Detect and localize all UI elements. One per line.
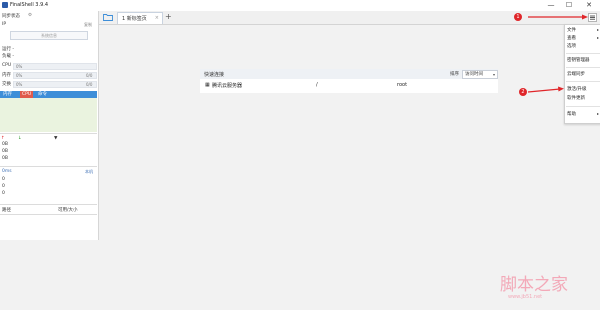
session-tab-label: 1 新标签页	[122, 16, 147, 22]
add-tab-button[interactable]: +	[165, 12, 172, 21]
quick-connect-header: 快速连接 排序 访问时间 ▾	[200, 69, 498, 79]
window-title: FinalShell 3.9.4	[10, 2, 49, 8]
submenu-arrow-icon: ▸	[596, 111, 599, 116]
mem-value: 0%	[16, 73, 23, 78]
cpu-value: 0%	[16, 64, 23, 69]
watermark-url: www.jb51.net	[508, 294, 543, 300]
net-value: 0B	[2, 142, 8, 147]
sync-gear-icon[interactable]: ⚙	[28, 13, 32, 18]
sort-label: 排序	[450, 72, 459, 77]
disk-col-path[interactable]: 路径	[2, 207, 11, 213]
tab-memory[interactable]: 内存	[1, 91, 14, 98]
load-label: 负载 -	[2, 54, 15, 59]
process-tab-row: 内存 CPU 命令	[0, 91, 97, 98]
swap-value: 0%	[16, 82, 23, 87]
quick-connect-title: 快速连接	[204, 72, 225, 78]
ip-label: IP	[2, 22, 7, 27]
connection-name[interactable]: 腾讯云服务器	[212, 82, 242, 89]
ip-copy-link[interactable]: 复制	[84, 22, 92, 28]
network-select-caret-icon[interactable]: ▼	[54, 136, 57, 141]
upload-arrow-icon: ↑	[1, 136, 5, 141]
tab-command[interactable]: 命令	[36, 91, 49, 98]
sort-select-value: 访问时间	[465, 72, 483, 77]
latency-value: 0	[2, 191, 5, 196]
sort-select[interactable]: 访问时间 ▾	[462, 70, 498, 79]
watermark-text: 脚本之家	[500, 275, 568, 295]
latency-target[interactable]: 本机	[85, 169, 93, 175]
close-tab-icon[interactable]: ×	[155, 15, 159, 21]
swap-extra: 0/0	[86, 82, 93, 87]
net-value: 0B	[2, 156, 8, 161]
mem-label: 内存	[2, 73, 11, 78]
cpu-label: CPU	[2, 63, 12, 68]
swap-usage-bar: 0% 0/0	[13, 81, 97, 88]
cpu-usage-bar: 0%	[13, 63, 97, 70]
latency-value: 0	[2, 184, 5, 189]
minimize-button[interactable]: —	[544, 0, 558, 11]
annotation-marker-1: 1	[514, 13, 522, 21]
system-info-button[interactable]: 系统信息	[10, 31, 88, 40]
latency-value: 0	[2, 177, 5, 182]
process-list-area[interactable]	[0, 98, 97, 132]
disk-col-size[interactable]: 可用/大小	[58, 207, 78, 213]
mem-usage-bar: 0% 0/0	[13, 72, 97, 79]
folder-icon[interactable]	[103, 13, 113, 21]
session-tab[interactable]: 1 新标签页 ×	[117, 12, 163, 24]
download-arrow-icon: ↓	[18, 136, 22, 141]
uptime-label: 运行 -	[2, 47, 15, 52]
submenu-arrow-icon: ▸	[596, 27, 599, 32]
menu-item-help[interactable]: 帮助	[567, 111, 576, 117]
annotation-arrows	[527, 14, 588, 93]
chevron-down-icon: ▾	[492, 72, 495, 77]
submenu-arrow-icon: ▸	[596, 35, 599, 40]
maximize-button[interactable]: ☐	[562, 0, 576, 11]
connection-path: /	[316, 82, 318, 88]
connection-user: root	[397, 82, 408, 88]
latency-label: 0ms	[2, 169, 12, 174]
title-bar	[0, 0, 600, 11]
net-value: 0B	[2, 149, 8, 154]
server-icon: ▦	[205, 82, 210, 88]
annotation-marker-2: 2	[519, 88, 527, 96]
mem-extra: 0/0	[86, 73, 93, 78]
tab-cpu[interactable]: CPU	[20, 91, 34, 98]
quick-connect-panel: 快速连接 排序 访问时间 ▾ ▦ 腾讯云服务器 / root	[200, 69, 498, 93]
swap-label: 交换	[2, 82, 11, 87]
app-logo-icon	[2, 2, 8, 8]
close-button[interactable]: ✕	[582, 0, 596, 11]
sync-status-label: 同步状态	[2, 14, 20, 19]
